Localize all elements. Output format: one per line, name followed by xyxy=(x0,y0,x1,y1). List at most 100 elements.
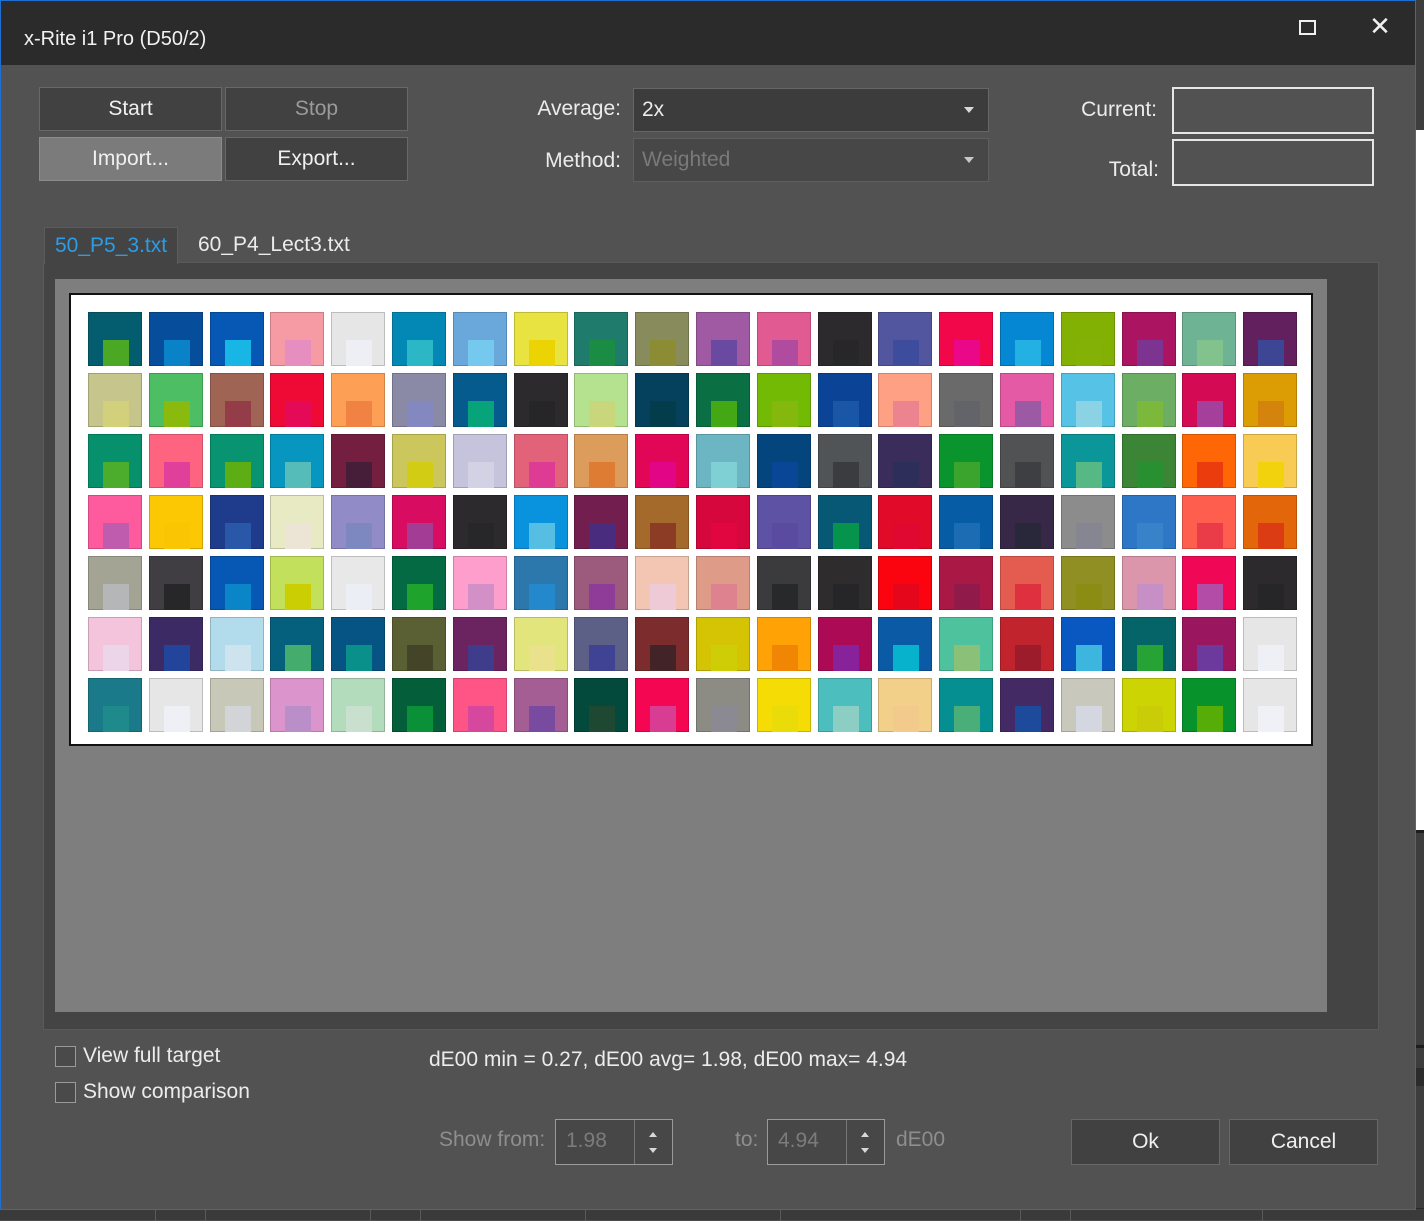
spin-buttons[interactable] xyxy=(846,1120,884,1164)
color-patch[interactable] xyxy=(817,678,872,732)
color-patch[interactable] xyxy=(1121,617,1176,671)
color-patch[interactable] xyxy=(148,373,203,427)
color-patch[interactable] xyxy=(1243,312,1298,366)
color-patch[interactable] xyxy=(1182,617,1237,671)
color-patch[interactable] xyxy=(148,556,203,610)
color-patch[interactable] xyxy=(1243,617,1298,671)
color-patch[interactable] xyxy=(756,617,811,671)
start-button[interactable]: Start xyxy=(39,87,222,131)
color-patch[interactable] xyxy=(635,678,690,732)
color-patch[interactable] xyxy=(1182,373,1237,427)
color-patch[interactable] xyxy=(148,312,203,366)
color-patch[interactable] xyxy=(696,556,750,610)
color-patch[interactable] xyxy=(331,678,386,732)
import-button[interactable]: Import... xyxy=(39,137,222,181)
color-patch[interactable] xyxy=(452,373,507,427)
color-patch[interactable] xyxy=(1182,434,1237,488)
show-to-spinbox[interactable]: 4.94 xyxy=(767,1119,885,1165)
tab-60-p4-lect3[interactable]: 60_P4_Lect3.txt xyxy=(188,227,360,264)
color-patch[interactable] xyxy=(1000,434,1054,488)
color-patch[interactable] xyxy=(817,434,872,488)
color-patch[interactable] xyxy=(756,556,811,610)
color-patch[interactable] xyxy=(756,434,811,488)
color-patch[interactable] xyxy=(756,495,811,549)
color-patch[interactable] xyxy=(452,312,507,366)
color-patch[interactable] xyxy=(817,617,872,671)
color-patch[interactable] xyxy=(209,312,264,366)
color-patch[interactable] xyxy=(270,678,325,732)
color-patch[interactable] xyxy=(1060,373,1115,427)
color-patch[interactable] xyxy=(1060,434,1115,488)
color-patch[interactable] xyxy=(756,312,811,366)
color-patch[interactable] xyxy=(392,495,446,549)
color-patch[interactable] xyxy=(939,678,994,732)
method-select[interactable]: Weighted xyxy=(633,138,989,182)
color-patch[interactable] xyxy=(209,373,264,427)
color-patch[interactable] xyxy=(88,617,142,671)
color-patch[interactable] xyxy=(1243,495,1298,549)
color-patch[interactable] xyxy=(392,556,446,610)
color-patch[interactable] xyxy=(635,312,690,366)
color-patch[interactable] xyxy=(1121,678,1176,732)
color-patch[interactable] xyxy=(513,495,568,549)
color-patch[interactable] xyxy=(1243,434,1298,488)
color-patch[interactable] xyxy=(513,678,568,732)
color-patch[interactable] xyxy=(939,434,994,488)
color-target[interactable] xyxy=(69,293,1313,746)
color-patch[interactable] xyxy=(392,373,446,427)
color-patch[interactable] xyxy=(1000,373,1054,427)
color-patch[interactable] xyxy=(513,434,568,488)
color-patch[interactable] xyxy=(331,495,386,549)
color-patch[interactable] xyxy=(270,312,325,366)
color-patch[interactable] xyxy=(1121,434,1176,488)
color-patch[interactable] xyxy=(1060,678,1115,732)
color-patch[interactable] xyxy=(939,617,994,671)
color-patch[interactable] xyxy=(392,678,446,732)
show-comparison-label[interactable]: Show comparison xyxy=(83,1080,250,1104)
color-patch[interactable] xyxy=(1060,495,1115,549)
color-patch[interactable] xyxy=(452,434,507,488)
color-patch[interactable] xyxy=(452,678,507,732)
color-patch[interactable] xyxy=(148,617,203,671)
color-patch[interactable] xyxy=(209,617,264,671)
tab-50-p5-3[interactable]: 50_P5_3.txt xyxy=(44,227,179,264)
color-patch[interactable] xyxy=(88,434,142,488)
color-patch[interactable] xyxy=(270,495,325,549)
color-patch[interactable] xyxy=(817,556,872,610)
color-patch[interactable] xyxy=(817,495,872,549)
color-patch[interactable] xyxy=(331,556,386,610)
spin-buttons[interactable] xyxy=(634,1120,672,1164)
color-patch[interactable] xyxy=(1182,495,1237,549)
spin-up-icon[interactable] xyxy=(861,1132,869,1137)
color-patch[interactable] xyxy=(1182,678,1237,732)
color-patch[interactable] xyxy=(878,434,933,488)
color-patch[interactable] xyxy=(817,312,872,366)
color-patch[interactable] xyxy=(1000,617,1054,671)
color-patch[interactable] xyxy=(574,373,629,427)
color-patch[interactable] xyxy=(270,617,325,671)
color-patch[interactable] xyxy=(209,434,264,488)
color-patch[interactable] xyxy=(1121,556,1176,610)
color-patch[interactable] xyxy=(939,373,994,427)
color-patch[interactable] xyxy=(878,556,933,610)
average-select[interactable]: 2x xyxy=(633,88,989,132)
view-full-target-checkbox[interactable] xyxy=(55,1046,76,1067)
color-patch[interactable] xyxy=(331,617,386,671)
color-patch[interactable] xyxy=(1182,556,1237,610)
show-from-spinbox[interactable]: 1.98 xyxy=(555,1119,673,1165)
color-patch[interactable] xyxy=(878,617,933,671)
color-patch[interactable] xyxy=(1060,312,1115,366)
color-patch[interactable] xyxy=(1121,495,1176,549)
color-patch[interactable] xyxy=(939,312,994,366)
color-patch[interactable] xyxy=(696,373,750,427)
color-patch[interactable] xyxy=(392,434,446,488)
color-patch[interactable] xyxy=(1243,556,1298,610)
color-patch[interactable] xyxy=(1000,495,1054,549)
spin-up-icon[interactable] xyxy=(649,1132,657,1137)
color-patch[interactable] xyxy=(574,556,629,610)
color-patch[interactable] xyxy=(270,434,325,488)
color-patch[interactable] xyxy=(635,495,690,549)
color-patch[interactable] xyxy=(939,495,994,549)
color-patch[interactable] xyxy=(635,373,690,427)
cancel-button[interactable]: Cancel xyxy=(1229,1119,1378,1165)
